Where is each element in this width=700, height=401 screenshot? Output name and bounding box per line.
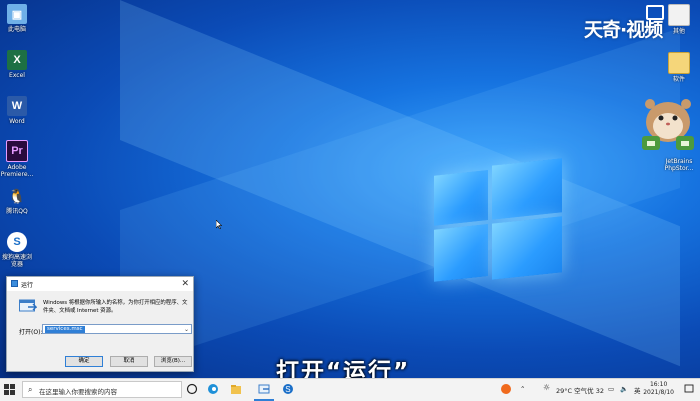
watermark-logo: 天奇·视频 <box>584 5 665 42</box>
hamster-sticker <box>642 99 694 150</box>
start-button[interactable] <box>4 384 15 395</box>
open-label: 打开(O): <box>19 329 43 336</box>
sogou-taskbar-icon[interactable]: S <box>282 383 294 395</box>
folder-icon <box>668 52 690 74</box>
run-dialog-titlebar[interactable]: 运行 ✕ <box>7 277 193 291</box>
desktop-icon-software[interactable]: 软件 <box>662 52 696 83</box>
document-icon <box>668 4 690 26</box>
run-taskbar-icon[interactable] <box>258 383 270 395</box>
file-explorer-icon[interactable] <box>230 383 242 395</box>
windows-logo-wallpaper <box>434 158 562 291</box>
search-placeholder: 在这里输入你要搜索的内容 <box>39 388 117 396</box>
chevron-up-icon[interactable]: ⌃ <box>520 385 525 393</box>
tv-icon <box>646 5 665 20</box>
run-command-input[interactable]: services.msc ⌄ <box>42 324 192 334</box>
sogou-browser-icon: S <box>7 232 27 252</box>
ime-mode-icon[interactable]: 英 <box>634 385 641 395</box>
run-dialog-description: Windows 将根据你所输入的名称，为你打开相应的程序、文件夹、文档或 Int… <box>43 300 188 314</box>
taskbar: ⌕ 在这里输入你要搜索的内容 S ⌃ ☼ 29°C 空气优 32 ▭ 🔈 英 1… <box>0 378 700 401</box>
desktop-icon-qq[interactable]: 🐧 腾讯QQ <box>0 186 34 216</box>
run-command-value: services.msc <box>45 326 85 333</box>
notification-icon[interactable] <box>684 384 694 394</box>
svg-text:S: S <box>285 385 290 394</box>
desktop-icon-this-pc[interactable]: ▣ 此电脑 <box>0 4 34 33</box>
premiere-icon: Pr <box>6 140 28 162</box>
computer-icon: ▣ <box>7 4 27 24</box>
excel-icon: X <box>7 50 27 70</box>
clock-time: 16:10 <box>649 381 668 388</box>
taskbar-search-box[interactable]: ⌕ 在这里输入你要搜索的内容 <box>22 381 182 398</box>
run-window-icon <box>19 299 37 312</box>
desktop-icon-word[interactable]: W Word <box>0 96 34 125</box>
desktop-icon-premiere[interactable]: Pr Adobe Premiere... <box>0 140 34 178</box>
weather-sun-icon: ☼ <box>543 383 551 392</box>
volume-icon[interactable]: 🔈 <box>620 385 628 393</box>
mouse-cursor-icon <box>216 220 222 229</box>
desktop-icon-sogou-browser[interactable]: S 搜狗高速浏览器 <box>0 232 34 268</box>
ok-button[interactable]: 确定 <box>65 356 103 367</box>
edge-browser-icon[interactable] <box>207 383 219 395</box>
browse-button[interactable]: 浏览(B)... <box>154 356 192 367</box>
qq-penguin-icon: 🐧 <box>8 187 26 204</box>
taskbar-clock[interactable]: 16:10 2021/8/10 <box>643 381 674 397</box>
run-dialog: 运行 ✕ Windows 将根据你所输入的名称，为你打开相应的程序、文件夹、文档… <box>6 276 194 372</box>
desktop-icon-excel[interactable]: X Excel <box>0 50 34 79</box>
weather-text[interactable]: 29°C 空气优 32 <box>556 385 604 395</box>
run-dialog-title: 运行 <box>21 282 34 289</box>
close-icon[interactable]: ✕ <box>181 278 189 290</box>
input-method-icon[interactable] <box>500 383 512 395</box>
network-icon[interactable]: ▭ <box>608 385 614 393</box>
search-icon: ⌕ <box>28 385 33 394</box>
cancel-button[interactable]: 取消 <box>110 356 148 367</box>
task-view-icon[interactable] <box>186 383 198 395</box>
desktop-icon-other[interactable]: 其他 <box>662 4 696 35</box>
word-icon: W <box>7 96 27 116</box>
run-app-icon <box>11 280 18 287</box>
chevron-down-icon[interactable]: ⌄ <box>184 325 189 334</box>
clock-date: 2021/8/10 <box>643 389 674 396</box>
